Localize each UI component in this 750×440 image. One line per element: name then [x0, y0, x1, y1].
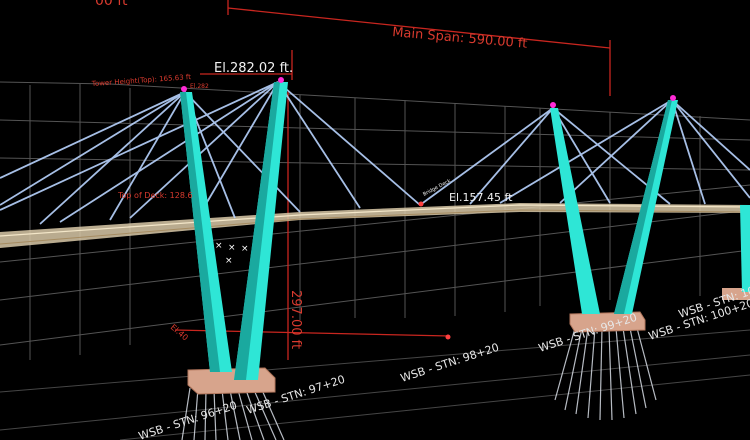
main-span-label: Main Span: 590.00 ft: [392, 25, 528, 52]
tower-height-label: 297.00 ft: [288, 290, 303, 349]
small-top-mark-label: El.282: [190, 83, 209, 90]
tower-far-leg: [740, 205, 750, 292]
svg-text:×: ×: [228, 243, 236, 253]
grid-line: [0, 81, 750, 121]
station-label: WSB - STN: 98+20: [399, 341, 501, 385]
svg-text:×: ×: [241, 244, 249, 254]
bridge-model-canvas[interactable]: × × × × 00 ft Main Span: 590.00 ft El.28…: [0, 0, 750, 440]
pile-caps: [187, 288, 750, 395]
deck-small-label: Top of Deck: 128.6: [117, 191, 193, 200]
tower-top-elevation-label: El.282.02 ft.: [214, 61, 293, 76]
3d-viewport[interactable]: × × × × 00 ft Main Span: 590.00 ft El.28…: [0, 0, 750, 440]
footing-elevation-label: El.40: [169, 323, 190, 343]
bridge-deck-note: Bridge Deck: [422, 178, 452, 198]
stay-cables: [0, 81, 750, 225]
ground-plane: [0, 329, 750, 440]
svg-text:×: ×: [225, 256, 233, 266]
grid-line: [0, 157, 750, 171]
svg-text:×: ×: [215, 241, 223, 251]
survey-markers: × × × ×: [215, 241, 249, 266]
top-left-partial-label: 00 ft: [95, 0, 128, 9]
deck-elevation-label: El.157.45 ft: [449, 191, 513, 204]
